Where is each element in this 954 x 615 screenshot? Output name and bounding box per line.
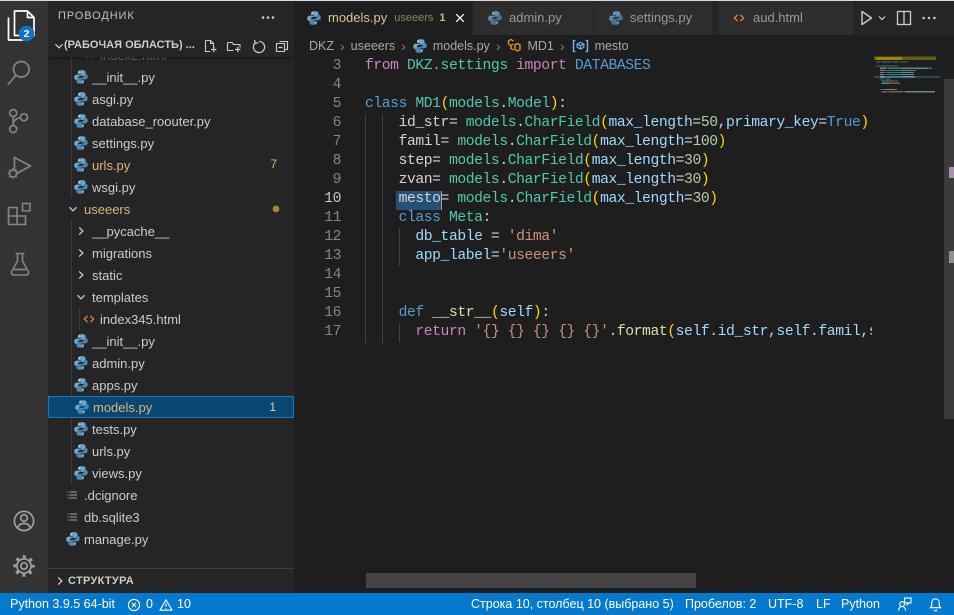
svg-text:2: 2 bbox=[24, 28, 30, 40]
